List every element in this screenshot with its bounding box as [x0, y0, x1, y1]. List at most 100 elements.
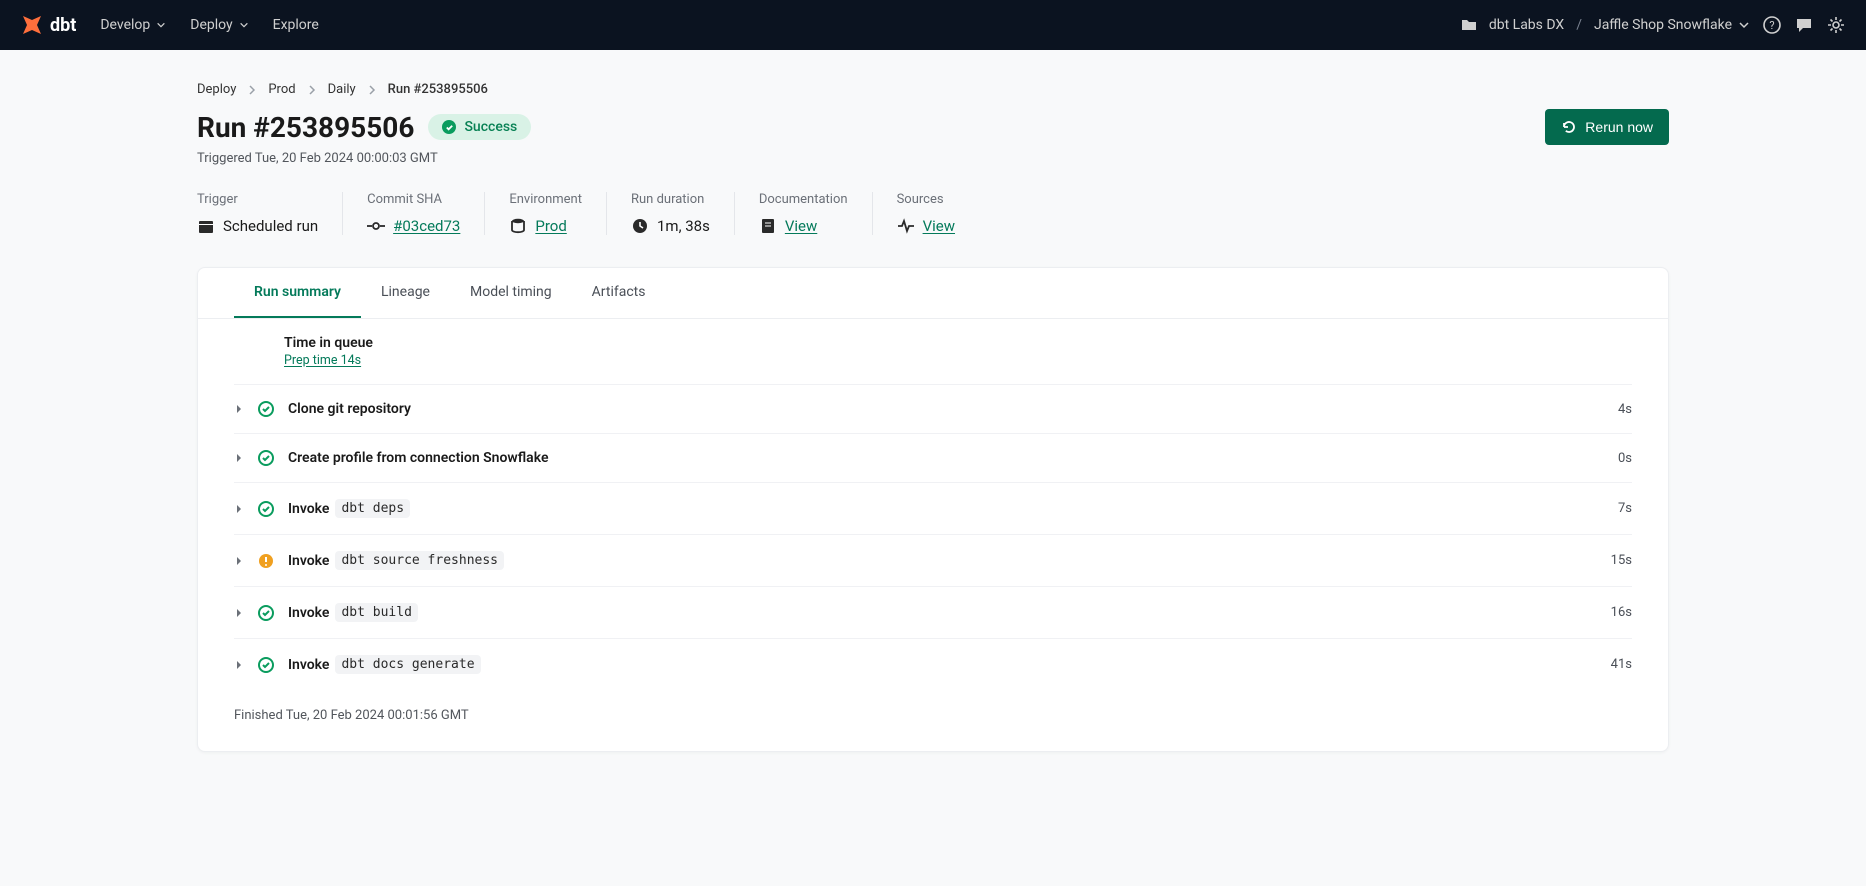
step-row[interactable]: Clone git repository 4s [234, 385, 1632, 434]
meta-sources-value[interactable]: View [923, 217, 955, 235]
crumb-daily[interactable]: Daily [328, 82, 356, 97]
steps-list: Time in queue Prep time 14s Clone git re… [198, 319, 1668, 690]
caret-right-icon [234, 404, 244, 414]
step-duration: 7s [1618, 501, 1632, 516]
meta-environment: Environment Prod [484, 192, 606, 235]
nav-develop-label: Develop [100, 17, 150, 33]
step-row[interactable]: Invoke dbt docs generate 41s [234, 639, 1632, 690]
step-row[interactable]: Invoke dbt build 16s [234, 587, 1632, 639]
help-icon[interactable]: ? [1762, 15, 1782, 35]
step-duration: 0s [1618, 451, 1632, 466]
nav-develop[interactable]: Develop [100, 17, 166, 33]
crumb-prod[interactable]: Prod [268, 82, 295, 97]
queue-title: Time in queue [284, 335, 373, 351]
page-title: Run #253895506 [197, 111, 414, 144]
meta-commit-label: Commit SHA [367, 192, 460, 207]
step-row[interactable]: Create profile from connection Snowflake… [234, 434, 1632, 483]
gear-icon[interactable] [1826, 15, 1846, 35]
refresh-icon [1561, 119, 1577, 135]
triggered-timestamp: Triggered Tue, 20 Feb 2024 00:00:03 GMT [197, 151, 1669, 166]
nav-deploy[interactable]: Deploy [190, 17, 248, 33]
nav-left: Develop Deploy Explore [100, 17, 318, 33]
meta-documentation-label: Documentation [759, 192, 848, 207]
check-circle-icon [258, 450, 274, 466]
step-code: dbt docs generate [335, 655, 480, 674]
warning-icon [258, 553, 274, 569]
step-duration: 16s [1611, 605, 1632, 620]
brand-logo[interactable]: dbt [20, 13, 76, 37]
meta-trigger: Trigger Scheduled run [197, 192, 342, 235]
page: Deploy Prod Daily Run #253895506 Run #25… [173, 50, 1693, 792]
meta-trigger-label: Trigger [197, 192, 318, 207]
pulse-icon [897, 217, 915, 235]
crumb-run: Run #253895506 [388, 82, 488, 97]
project-select[interactable]: Jaffle Shop Snowflake [1594, 17, 1750, 33]
caret-right-icon [234, 453, 244, 463]
check-icon [442, 120, 456, 134]
step-title: Invoke [288, 605, 329, 621]
nav-explore-label: Explore [273, 17, 319, 33]
meta-sources: Sources View [872, 192, 979, 235]
meta-documentation: Documentation View [734, 192, 872, 235]
tab-lineage[interactable]: Lineage [361, 268, 450, 318]
org-name[interactable]: dbt Labs DX [1489, 17, 1564, 33]
top-nav: dbt Develop Deploy Explore dbt Labs DX /… [0, 0, 1866, 50]
tab-model-timing[interactable]: Model timing [450, 268, 572, 318]
meta-duration-value: 1m, 38s [657, 217, 710, 235]
step-row[interactable]: Invoke dbt source freshness 15s [234, 535, 1632, 587]
step-duration: 15s [1611, 553, 1632, 568]
check-circle-icon [258, 501, 274, 517]
check-circle-icon [258, 605, 274, 621]
chat-icon[interactable] [1794, 15, 1814, 35]
database-icon [509, 217, 527, 235]
meta-environment-label: Environment [509, 192, 582, 207]
project-name: Jaffle Shop Snowflake [1594, 17, 1732, 33]
step-duration: 4s [1618, 402, 1632, 417]
meta-duration-label: Run duration [631, 192, 710, 207]
step-code: dbt deps [335, 499, 410, 518]
step-title: Create profile from connection Snowflake [288, 450, 549, 466]
step-title: Clone git repository [288, 401, 411, 417]
meta-commit: Commit SHA #03ced73 [342, 192, 484, 235]
page-header: Run #253895506 Success Rerun now [197, 109, 1669, 145]
step-row[interactable]: Invoke dbt deps 7s [234, 483, 1632, 535]
meta-environment-value[interactable]: Prod [535, 217, 566, 235]
tab-artifacts[interactable]: Artifacts [572, 268, 666, 318]
finished-timestamp: Finished Tue, 20 Feb 2024 00:01:56 GMT [198, 690, 1668, 751]
calendar-icon [197, 217, 215, 235]
tabs: Run summary Lineage Model timing Artifac… [198, 268, 1668, 319]
queue-subtitle[interactable]: Prep time 14s [284, 353, 361, 368]
breadcrumbs: Deploy Prod Daily Run #253895506 [197, 82, 1669, 97]
chevron-down-icon [239, 20, 249, 30]
step-duration: 41s [1611, 657, 1632, 672]
dbt-logo-icon [20, 13, 50, 37]
run-card: Run summary Lineage Model timing Artifac… [197, 267, 1669, 752]
caret-right-icon [234, 556, 244, 566]
nav-deploy-label: Deploy [190, 17, 232, 33]
meta-row: Trigger Scheduled run Commit SHA #03ced7… [197, 192, 1669, 235]
meta-duration: Run duration 1m, 38s [606, 192, 734, 235]
svg-text:?: ? [1769, 19, 1774, 32]
chevron-right-icon [306, 84, 318, 96]
caret-right-icon [234, 504, 244, 514]
check-circle-icon [258, 657, 274, 673]
caret-right-icon [234, 660, 244, 670]
status-label: Success [464, 119, 517, 135]
status-badge: Success [428, 114, 531, 140]
check-circle-icon [258, 401, 274, 417]
chevron-right-icon [246, 84, 258, 96]
crumb-deploy[interactable]: Deploy [197, 82, 236, 97]
clock-icon [631, 217, 649, 235]
chevron-down-icon [1738, 19, 1750, 31]
meta-commit-value[interactable]: #03ced73 [393, 217, 460, 235]
meta-trigger-value: Scheduled run [223, 217, 318, 235]
meta-sources-label: Sources [897, 192, 955, 207]
queue-row: Time in queue Prep time 14s [234, 319, 1632, 385]
nav-explore[interactable]: Explore [273, 17, 319, 33]
meta-documentation-value[interactable]: View [785, 217, 817, 235]
rerun-button[interactable]: Rerun now [1545, 109, 1669, 145]
rerun-label: Rerun now [1585, 119, 1653, 135]
tab-run-summary[interactable]: Run summary [234, 268, 361, 318]
step-title: Invoke [288, 657, 329, 673]
folder-icon [1461, 17, 1477, 33]
